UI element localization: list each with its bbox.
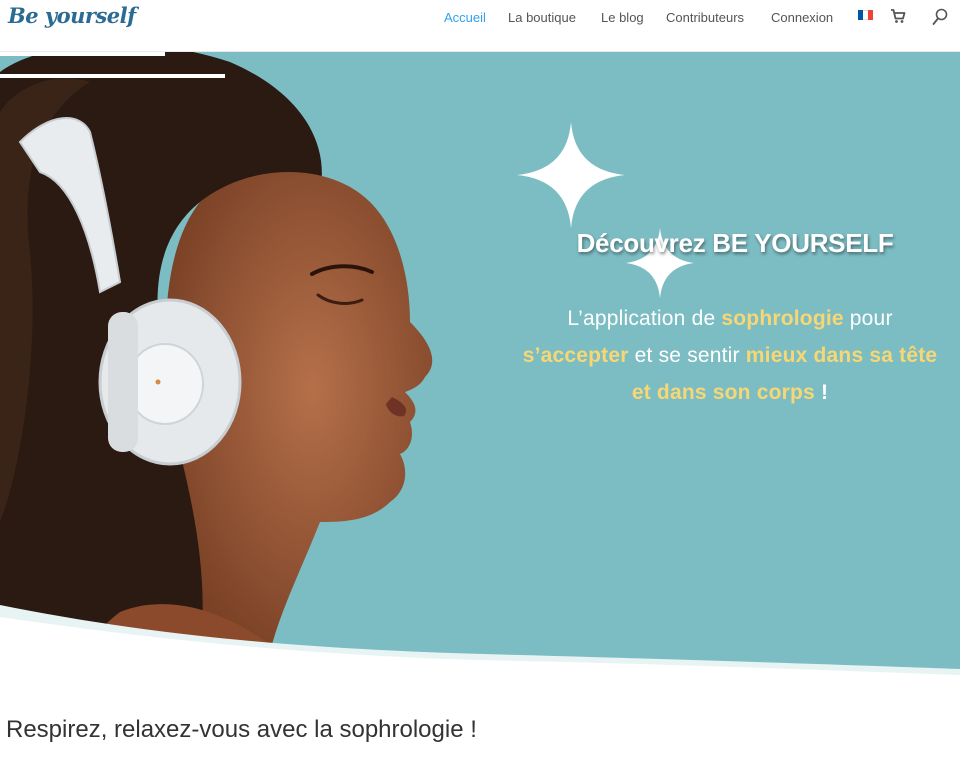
site-header: Be yourself Accueil La boutique Le blog … xyxy=(0,0,960,52)
flag-fr-icon[interactable] xyxy=(858,10,873,20)
hero-text-part2: pour xyxy=(843,307,893,330)
hero-text-part3: et se sentir xyxy=(628,344,746,367)
hero-title: Découvrez BE YOURSELF xyxy=(576,228,894,258)
hero-text-part4: ! xyxy=(814,381,829,404)
logo-text: Be yourself xyxy=(8,3,136,28)
search-icon[interactable] xyxy=(932,8,948,26)
nav-item-la-boutique[interactable]: La boutique xyxy=(508,9,576,27)
hero-highlight-accepter: s’accepter xyxy=(522,344,629,367)
sparkle-large-icon xyxy=(517,122,625,228)
nav-item-le-blog[interactable]: Le blog xyxy=(601,9,644,27)
section-subtitle: Respirez, relaxez-vous avec la sophrolog… xyxy=(6,716,477,743)
hero-banner: Découvrez BE YOURSELF L’application de s… xyxy=(0,52,960,675)
nav-item-connexion[interactable]: Connexion xyxy=(771,9,833,27)
hero-highlight-sophrologie: sophrologie xyxy=(721,307,844,330)
nav-item-contributeurs[interactable]: Contributeurs xyxy=(666,9,744,27)
hero-text-part1: L’application de xyxy=(567,307,722,330)
cart-icon[interactable] xyxy=(890,8,906,24)
site-logo[interactable]: Be yourself xyxy=(8,3,136,28)
hero-bottom-wave xyxy=(0,605,960,675)
hero-text: L’application de sophrologie pour s’acce… xyxy=(515,300,945,411)
nav-item-accueil[interactable]: Accueil xyxy=(444,9,486,27)
